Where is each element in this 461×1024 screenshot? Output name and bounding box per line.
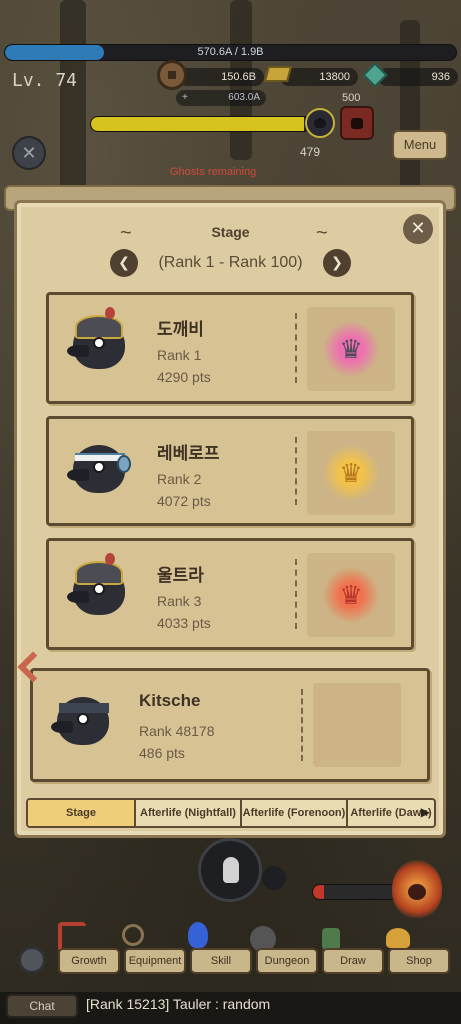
- card-divider: [295, 313, 297, 383]
- chevron-right-icon[interactable]: ❯: [323, 249, 351, 277]
- draw-icon: [322, 928, 340, 950]
- nav-draw[interactable]: Draw: [322, 948, 384, 974]
- currency-2-value: 13800: [319, 71, 350, 83]
- coin-icon: [157, 60, 187, 90]
- player-name: 울트라: [157, 566, 204, 585]
- close-icon[interactable]: ✕: [403, 214, 433, 244]
- nav-dungeon[interactable]: Dungeon: [256, 948, 318, 974]
- income-value: 603.0A: [228, 92, 260, 103]
- xp-bar-fill: [91, 117, 305, 131]
- shop-icon: [386, 928, 410, 948]
- key-value: 479: [300, 145, 321, 159]
- card-divider: [301, 689, 303, 761]
- refresh-icon[interactable]: [18, 946, 46, 974]
- boss-icon: [305, 108, 335, 138]
- rank-range: (Rank 1 - Rank 100): [158, 254, 303, 271]
- crow-avatar: [51, 689, 117, 755]
- currency-3-value: 936: [431, 71, 450, 83]
- gold-bar-icon: [263, 66, 293, 82]
- menu-button[interactable]: Menu: [392, 130, 448, 160]
- crow-avatar: [67, 307, 133, 379]
- player-name: 레베로프: [157, 444, 220, 463]
- my-points: 486 pts: [139, 745, 185, 761]
- ghost-remaining-text: Ghosts remaining: [170, 166, 257, 178]
- fire-spirit-icon[interactable]: [392, 860, 442, 918]
- tab-stage[interactable]: Stage: [28, 800, 136, 826]
- currency-1-pill: 150.6B: [178, 68, 264, 86]
- player-level: Lv. 74: [12, 70, 78, 91]
- player-points: 4290 pts: [157, 369, 211, 385]
- currency-1-value: 150.6B: [221, 71, 256, 83]
- currency-3-pill: 936: [378, 68, 458, 86]
- chat-button[interactable]: Chat: [6, 994, 78, 1018]
- hp-bar: 570.6A / 1.9B: [4, 44, 457, 61]
- player-rank: Rank 2: [157, 471, 202, 487]
- xp-bar: [90, 116, 312, 132]
- equipment-icon: [122, 924, 144, 946]
- my-rank-card[interactable]: Kitsche Rank 48178 486 pts: [30, 668, 430, 782]
- tab-afterlife-nightfall[interactable]: Afterlife (Nightfall): [136, 800, 242, 826]
- currency-2-pill: 13800: [280, 68, 358, 86]
- income-pill: + 603.0A: [176, 90, 266, 106]
- panel-title: Stage: [211, 224, 250, 240]
- player-points: 4072 pts: [157, 493, 211, 509]
- boss-challenge-button[interactable]: [340, 106, 374, 140]
- skill-icon: [188, 922, 208, 948]
- income-prefix: +: [182, 92, 188, 103]
- crow-avatar: [67, 437, 133, 503]
- rank-card-3[interactable]: 울트라 Rank 3 4033 pts ♛: [46, 538, 414, 650]
- nav-shop[interactable]: Shop: [388, 948, 450, 974]
- tab-afterlife-forenoon[interactable]: Afterlife (Forenoon): [242, 800, 348, 826]
- nav-skill[interactable]: Skill: [190, 948, 252, 974]
- player-points: 4033 pts: [157, 615, 211, 631]
- my-rank: Rank 48178: [139, 723, 215, 739]
- rank-emblem-slot: ♛: [307, 431, 395, 515]
- player-name: 도깨비: [157, 320, 204, 339]
- crown-icon: ♛: [323, 445, 379, 501]
- hp-bar-text: 570.6A / 1.9B: [197, 46, 264, 58]
- crown-icon: ♛: [323, 567, 379, 623]
- card-divider: [295, 559, 297, 629]
- crown-icon: ♛: [323, 321, 379, 377]
- rank-card-1[interactable]: 도깨비 Rank 1 4290 pts ♛: [46, 292, 414, 404]
- close-skill-button[interactable]: ✕: [12, 136, 46, 170]
- nav-growth[interactable]: Growth: [58, 948, 120, 974]
- rank-emblem-slot: ♛: [307, 307, 395, 391]
- boss-gauge-fill: [313, 885, 325, 899]
- ranking-tabs: Stage Afterlife (Nightfall) Afterlife (For…: [26, 798, 436, 828]
- rank-emblem-slot: ♛: [307, 553, 395, 637]
- tabs-scroll-right-icon[interactable]: ▶: [421, 805, 430, 819]
- player-rank: Rank 1: [157, 347, 202, 363]
- action-secondary-icon: [262, 866, 286, 890]
- nav-equipment[interactable]: Equipment: [124, 948, 186, 974]
- background-tree: [60, 0, 86, 190]
- my-name: Kitsche: [139, 691, 201, 710]
- card-divider: [295, 437, 297, 505]
- boss-value: 500: [342, 92, 361, 104]
- auto-action-button[interactable]: [198, 838, 262, 902]
- rank-card-2[interactable]: 레베로프 Rank 2 4072 pts ♛: [46, 416, 414, 526]
- crow-avatar: [67, 553, 133, 625]
- player-rank: Rank 3: [157, 593, 202, 609]
- empty-emblem-slot: [313, 683, 401, 767]
- chat-message: [Rank 15213] Tauler : random: [86, 996, 271, 1012]
